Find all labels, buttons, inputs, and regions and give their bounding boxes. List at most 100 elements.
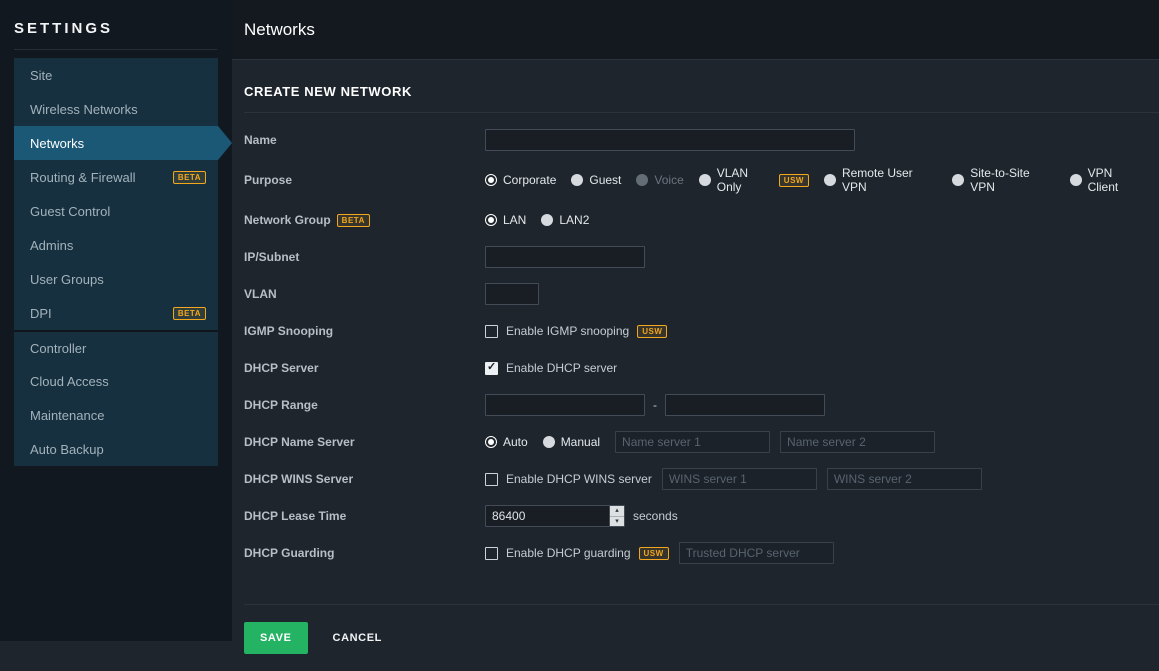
checkbox-unchecked-icon — [485, 547, 498, 560]
form-row-network-group: Network Group BETA LAN LAN2 — [244, 209, 1159, 231]
sidebar-item-maintenance[interactable]: Maintenance — [14, 398, 218, 432]
purpose-option-guest[interactable]: Guest — [571, 173, 621, 187]
wins-server-2-input[interactable] — [827, 468, 982, 490]
cancel-button[interactable]: CANCEL — [333, 632, 382, 644]
radio-icon — [543, 436, 555, 448]
purpose-option-vpn-client[interactable]: VPN Client — [1070, 166, 1144, 194]
ip-subnet-label: IP/Subnet — [244, 250, 485, 264]
sidebar-item-label: Auto Backup — [30, 442, 104, 457]
form-row-dhcp-guarding: DHCP Guarding Enable DHCP guarding USW — [244, 542, 1159, 564]
purpose-option-voice: Voice — [636, 173, 683, 187]
purpose-option-remote-user-vpn[interactable]: Remote User VPN — [824, 166, 937, 194]
sidebar-item-guest-control[interactable]: Guest Control — [14, 194, 218, 228]
sidebar-item-admins[interactable]: Admins — [14, 228, 218, 262]
dhcp-lease-time-stepper: ▴ ▾ — [485, 505, 625, 527]
radio-icon — [824, 174, 836, 186]
sidebar-item-wireless-networks[interactable]: Wireless Networks — [14, 92, 218, 126]
name-server-1-input[interactable] — [615, 431, 770, 453]
checkbox-unchecked-icon — [485, 325, 498, 338]
sidebar-item-label: User Groups — [30, 272, 104, 287]
dhcp-name-server-label: DHCP Name Server — [244, 435, 485, 449]
purpose-option-label: Site-to-Site VPN — [970, 166, 1054, 194]
sidebar-item-label: Cloud Access — [30, 374, 109, 389]
sidebar-item-label: Guest Control — [30, 204, 110, 219]
network-group-option-lan2[interactable]: LAN2 — [541, 213, 589, 227]
purpose-option-vlan-only[interactable]: VLAN Only USW — [699, 166, 809, 194]
sidebar-item-label: Admins — [30, 238, 73, 253]
checkbox-checked-icon: ✓ — [485, 362, 498, 375]
sidebar-divider — [14, 49, 217, 50]
dhcp-name-server-option-auto[interactable]: Auto — [485, 435, 528, 449]
purpose-option-label: VLAN Only — [717, 166, 773, 194]
purpose-option-site-to-site-vpn[interactable]: Site-to-Site VPN — [952, 166, 1054, 194]
wins-server-1-input[interactable] — [662, 468, 817, 490]
sidebar-item-label: Routing & Firewall — [30, 170, 136, 185]
dhcp-range-label-text: DHCP Range — [244, 398, 318, 412]
form-footer: SAVE CANCEL — [244, 605, 1159, 671]
form-row-name: Name — [244, 129, 1159, 151]
sidebar-item-user-groups[interactable]: User Groups — [14, 262, 218, 296]
dhcp-name-server-option-label: Auto — [503, 435, 528, 449]
sidebar-item-site[interactable]: Site — [14, 58, 218, 92]
vlan-input[interactable] — [485, 283, 539, 305]
purpose-label: Purpose — [244, 173, 485, 187]
sidebar-item-dpi[interactable]: DPI BETA — [14, 296, 218, 330]
dhcp-lease-time-label: DHCP Lease Time — [244, 509, 485, 523]
network-group-label: Network Group BETA — [244, 213, 485, 227]
radio-icon — [571, 174, 583, 186]
network-group-option-lan[interactable]: LAN — [485, 213, 526, 227]
igmp-snooping-label: IGMP Snooping — [244, 324, 485, 338]
sidebar-item-cloud-access[interactable]: Cloud Access — [14, 364, 218, 398]
sidebar-item-networks[interactable]: Networks — [14, 126, 218, 160]
name-label-text: Name — [244, 133, 277, 147]
content-area: CREATE NEW NETWORK Name Purpose — [232, 60, 1159, 671]
purpose-option-label: VPN Client — [1088, 166, 1144, 194]
section-divider — [244, 112, 1159, 113]
form-row-dhcp-lease-time: DHCP Lease Time ▴ ▾ seconds — [244, 505, 1159, 527]
trusted-dhcp-server-input[interactable] — [679, 542, 834, 564]
dhcp-guarding-label-text: DHCP Guarding — [244, 546, 334, 560]
page-title: Networks — [244, 20, 315, 40]
enable-dhcp-wins-server-checkbox[interactable]: Enable DHCP WINS server — [485, 472, 652, 486]
checkmark-icon: ✓ — [487, 361, 496, 373]
range-separator: - — [653, 398, 657, 412]
dhcp-range-label: DHCP Range — [244, 398, 485, 412]
beta-badge: BETA — [337, 214, 370, 227]
dhcp-range-start-input[interactable] — [485, 394, 645, 416]
vlan-label: VLAN — [244, 287, 485, 301]
sidebar-title: SETTINGS — [0, 0, 232, 49]
save-button[interactable]: SAVE — [244, 622, 308, 654]
sidebar-item-label: Site — [30, 68, 52, 83]
purpose-option-label: Guest — [589, 173, 621, 187]
checkbox-unchecked-icon — [485, 473, 498, 486]
sidebar-item-auto-backup[interactable]: Auto Backup — [14, 432, 218, 466]
dhcp-range-end-input[interactable] — [665, 394, 825, 416]
stepper-up-button[interactable]: ▴ — [610, 506, 624, 517]
dhcp-wins-server-label-text: DHCP WINS Server — [244, 472, 353, 486]
sidebar-nav: Site Wireless Networks Networks Routing … — [14, 58, 218, 466]
form-row-vlan: VLAN — [244, 283, 1159, 305]
radio-icon — [952, 174, 964, 186]
name-server-2-input[interactable] — [780, 431, 935, 453]
name-input[interactable] — [485, 129, 855, 151]
dhcp-lease-time-label-text: DHCP Lease Time — [244, 509, 346, 523]
enable-igmp-snooping-checkbox[interactable]: Enable IGMP snooping USW — [485, 324, 667, 338]
form-row-dhcp-name-server: DHCP Name Server Auto Manual — [244, 431, 1159, 453]
purpose-option-corporate[interactable]: Corporate — [485, 173, 556, 187]
enable-dhcp-server-checkbox[interactable]: ✓ Enable DHCP server — [485, 361, 617, 375]
stepper-down-button[interactable]: ▾ — [610, 517, 624, 527]
dhcp-name-server-option-manual[interactable]: Manual — [543, 435, 600, 449]
network-group-option-label: LAN2 — [559, 213, 589, 227]
usw-badge: USW — [779, 174, 809, 187]
radio-selected-icon — [485, 174, 497, 186]
dhcp-wins-server-label: DHCP WINS Server — [244, 472, 485, 486]
ip-subnet-input[interactable] — [485, 246, 645, 268]
enable-dhcp-guarding-checkbox[interactable]: Enable DHCP guarding USW — [485, 546, 669, 560]
form-row-dhcp-wins-server: DHCP WINS Server Enable DHCP WINS server — [244, 468, 1159, 490]
dhcp-lease-time-input[interactable] — [485, 505, 625, 527]
sidebar-item-label: Maintenance — [30, 408, 104, 423]
usw-badge: USW — [637, 325, 667, 338]
sidebar-item-controller[interactable]: Controller — [14, 330, 218, 364]
sidebar-item-routing-firewall[interactable]: Routing & Firewall BETA — [14, 160, 218, 194]
beta-badge: BETA — [173, 171, 206, 184]
